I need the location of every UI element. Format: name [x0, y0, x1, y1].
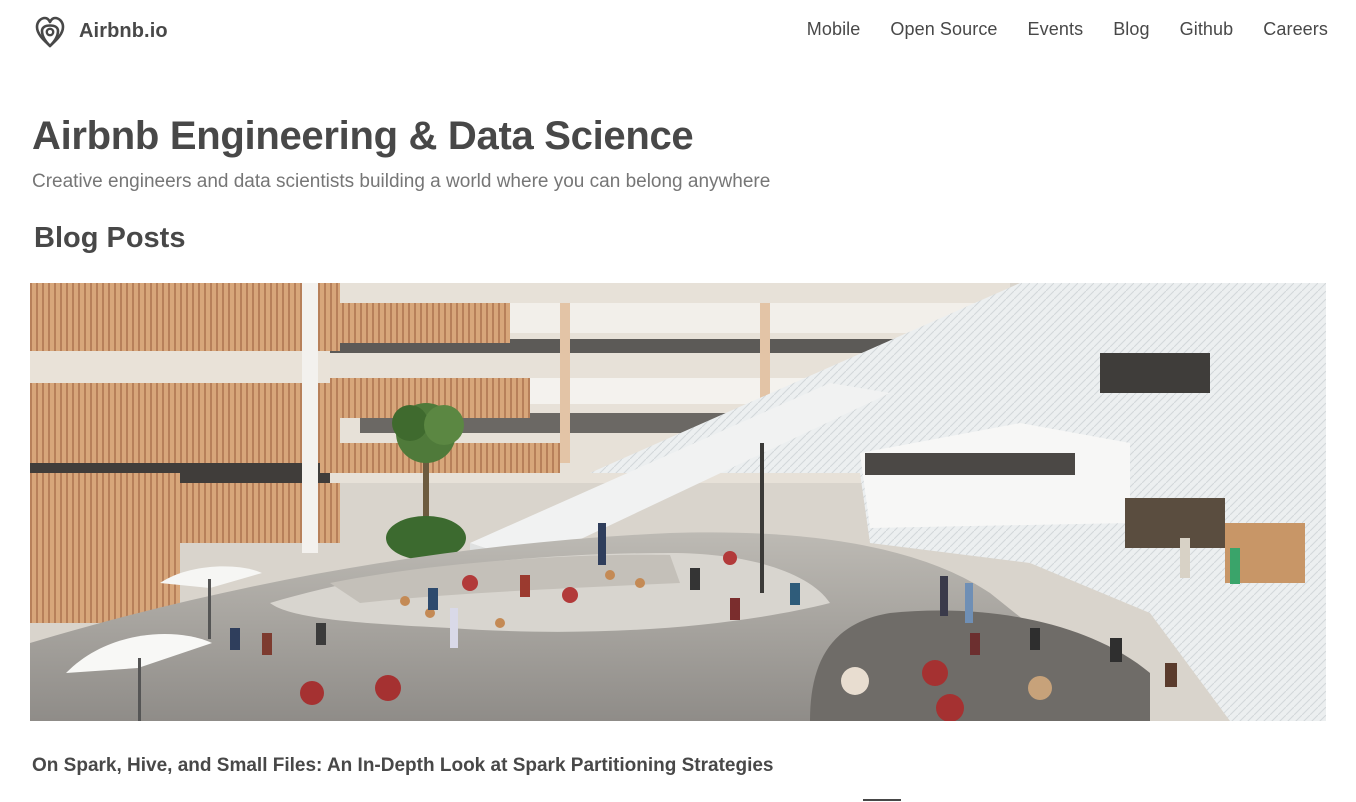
divider [863, 799, 901, 801]
airbnb-logo-icon [35, 16, 65, 48]
post-title-link[interactable]: On Spark, Hive, and Small Files: An In-D… [32, 755, 774, 777]
nav-item-careers[interactable]: Careers [1263, 19, 1328, 40]
nav-item-open-source[interactable]: Open Source [890, 19, 997, 40]
nav-item-mobile[interactable]: Mobile [807, 19, 861, 40]
page-title: Airbnb Engineering & Data Science [32, 114, 694, 158]
brand-name: Airbnb.io [79, 19, 168, 42]
top-nav: Mobile Open Source Events Blog Github Ca… [777, 19, 1328, 40]
brand-link[interactable]: Airbnb.io [33, 13, 168, 49]
featured-post-image[interactable] [30, 283, 1326, 721]
page-subtitle: Creative engineers and data scientists b… [32, 171, 771, 192]
blog-section-title: Blog Posts [34, 222, 186, 254]
nav-item-github[interactable]: Github [1180, 19, 1234, 40]
site-header: Airbnb.io Mobile Open Source Events Blog… [0, 0, 1356, 64]
nav-item-blog[interactable]: Blog [1113, 19, 1149, 40]
office-atrium-photo [30, 283, 1326, 721]
nav-item-events[interactable]: Events [1028, 19, 1084, 40]
